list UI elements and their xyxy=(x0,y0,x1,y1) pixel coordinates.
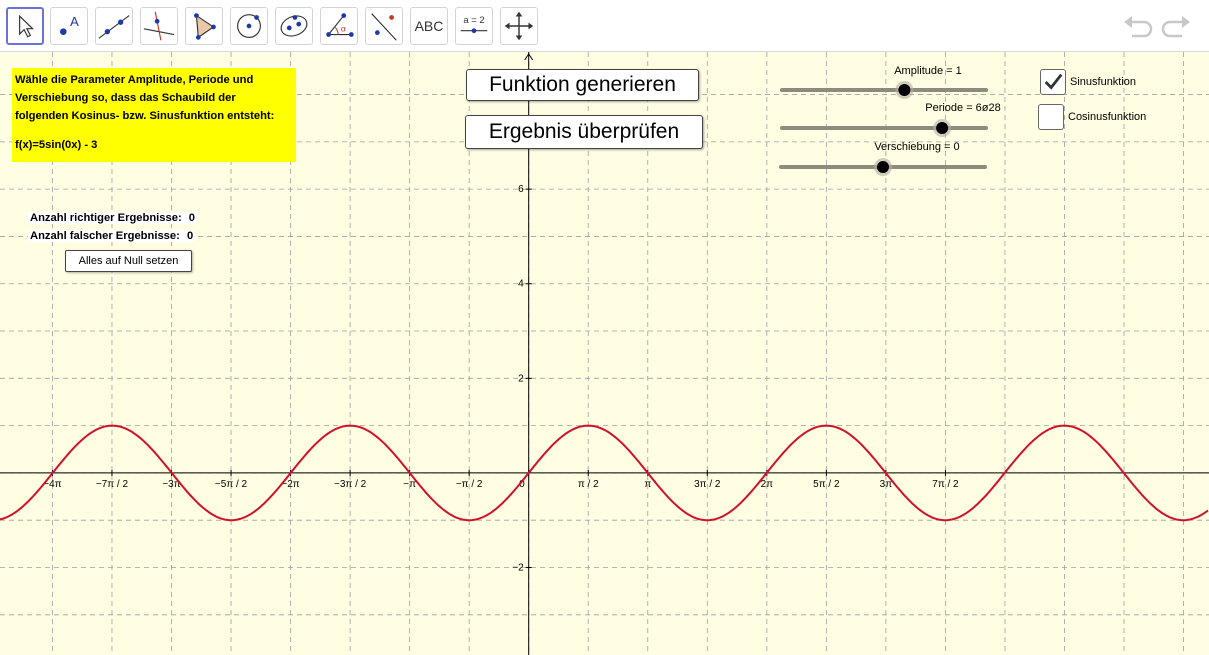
x-tick-label: 3π xyxy=(880,479,893,490)
angle-icon: α xyxy=(326,13,354,37)
polygon-tool[interactable] xyxy=(185,7,223,45)
cursor-arrow-icon xyxy=(19,14,35,38)
reflect-tool[interactable] xyxy=(365,7,403,45)
task-description-box: Wähle die Parameter Amplitude, Periode u… xyxy=(12,68,296,162)
period-slider-label: Periode = 6ø28 xyxy=(925,102,1001,114)
conic-tool[interactable] xyxy=(275,7,313,45)
cosine-function-checkbox[interactable] xyxy=(1038,104,1064,130)
checkmark-icon xyxy=(1039,105,1063,129)
line-tool[interactable] xyxy=(95,7,133,45)
y-tick-label: 4 xyxy=(518,279,524,290)
correct-results-value: 0 xyxy=(188,212,196,224)
ellipse-icon xyxy=(280,15,308,37)
angle-tool[interactable]: α xyxy=(320,7,358,45)
correct-results-label: Anzahl richtiger Ergebnisse: xyxy=(30,212,182,224)
sine-function-label: Sinusfunktion xyxy=(1070,76,1137,88)
text-tool[interactable]: ABC xyxy=(410,7,448,45)
reflect-about-line-icon xyxy=(371,13,397,41)
x-tick-label: 2π xyxy=(761,479,774,490)
target-formula: f(x)=5sin(0x) - 3 xyxy=(15,139,98,151)
period-slider-knob[interactable] xyxy=(936,122,949,134)
x-tick-label: −5π / 2 xyxy=(215,479,248,490)
x-tick-label: −3π / 2 xyxy=(334,479,367,490)
generate-function-button[interactable]: Funktion generieren xyxy=(466,69,699,101)
x-tick-label: 7π / 2 xyxy=(932,479,959,490)
slider-icon: a = 2 xyxy=(460,15,488,34)
line-through-points-icon xyxy=(98,15,130,39)
wrong-results-counter: Anzahl falscher Ergebnisse: 0 xyxy=(28,230,196,242)
task-line: folgenden Kosinus- bzw. Sinusfunktion en… xyxy=(15,110,275,122)
x-tick-label: −7π / 2 xyxy=(96,479,129,490)
y-tick-label: −2 xyxy=(512,563,524,574)
x-tick-label: π / 2 xyxy=(578,479,599,490)
shift-slider-label: Verschiebung = 0 xyxy=(874,141,960,153)
check-result-button[interactable]: Ergebnis überprüfen xyxy=(465,115,703,149)
point-icon: A xyxy=(60,14,79,35)
toolbar: A α ABC a = 2 xyxy=(0,0,1209,52)
circle-tool[interactable] xyxy=(230,7,268,45)
perpendicular-line-icon xyxy=(143,11,175,41)
amplitude-slider-label: Amplitude = 1 xyxy=(894,65,962,77)
point-tool[interactable]: A xyxy=(50,7,88,45)
x-tick-label: −π / 2 xyxy=(456,479,483,490)
sine-function-checkbox[interactable] xyxy=(1040,69,1066,95)
y-tick-label: 6 xyxy=(518,184,524,195)
task-line: Wähle die Parameter Amplitude, Periode u… xyxy=(15,74,254,86)
x-tick-label: 3π / 2 xyxy=(694,479,721,490)
shift-slider-knob[interactable] xyxy=(877,161,889,173)
move-graphics-view-icon xyxy=(504,11,534,41)
x-tick-label: −π xyxy=(403,479,416,490)
move-graphics-tool[interactable] xyxy=(500,7,538,45)
slider-tool[interactable]: a = 2 xyxy=(455,7,493,45)
tick-labels: −4π −7π / 2 −3π −5π / 2 −2π −3π / 2 −π −π / 20π… xyxy=(43,184,959,573)
x-tick-label: π xyxy=(644,479,651,490)
wrong-results-label: Anzahl falscher Ergebnisse: xyxy=(30,230,180,242)
correct-results-counter: Anzahl richtiger Ergebnisse: 0 xyxy=(28,212,198,224)
undo-icon[interactable] xyxy=(1122,12,1154,40)
y-tick-label: 2 xyxy=(518,373,524,384)
perpendicular-line-tool[interactable] xyxy=(140,7,178,45)
sliders[interactable] xyxy=(779,81,988,176)
checkmark-icon xyxy=(1044,73,1063,90)
circle-center-point-icon xyxy=(237,14,261,38)
amplitude-slider-knob[interactable] xyxy=(898,84,911,96)
polygon-icon xyxy=(194,13,216,40)
redo-icon[interactable] xyxy=(1160,12,1192,40)
point-tool-letter: A xyxy=(70,14,79,29)
wrong-results-value: 0 xyxy=(186,230,194,242)
task-line: Verschiebung so, dass das Schaubild der xyxy=(15,92,236,104)
cosine-function-label: Cosinusfunktion xyxy=(1068,111,1147,123)
slider-tool-text: a = 2 xyxy=(463,15,484,26)
move-tool[interactable] xyxy=(6,7,44,45)
x-tick-label: 5π / 2 xyxy=(813,479,840,490)
text-icon: ABC xyxy=(414,18,444,34)
reset-all-button[interactable]: Alles auf Null setzen xyxy=(65,250,192,272)
angle-tool-letter: α xyxy=(341,24,346,34)
